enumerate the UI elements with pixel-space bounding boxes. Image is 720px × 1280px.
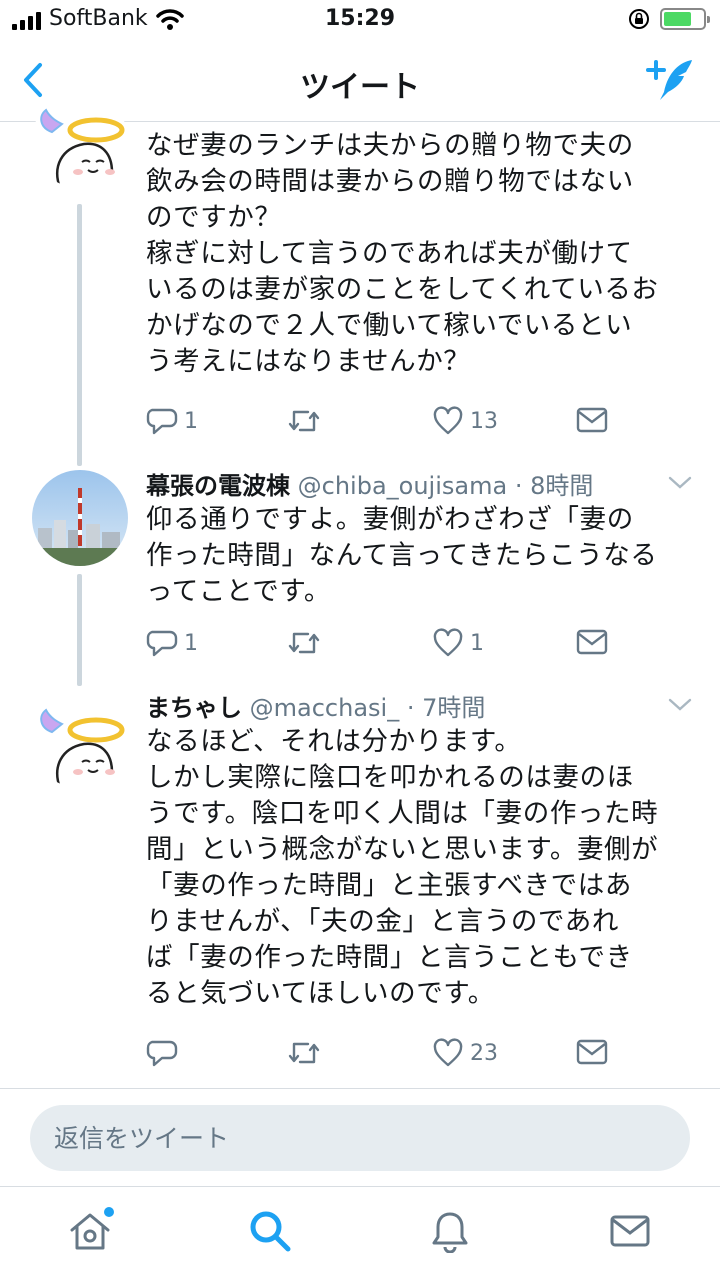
tweet-header: まちゃし @macchasi_ · 7時間 [146, 688, 485, 723]
display-name[interactable]: 幕張の電波棟 [146, 472, 290, 500]
thread-line [77, 574, 82, 686]
rotation-lock-icon [629, 9, 649, 29]
mail-icon [576, 407, 608, 433]
tab-messages[interactable] [604, 1205, 656, 1257]
tab-search[interactable] [244, 1205, 296, 1257]
reply-icon [146, 408, 178, 435]
home-icon [70, 1213, 110, 1250]
retweet-button[interactable] [286, 628, 328, 658]
dm-button[interactable] [576, 406, 608, 434]
mail-icon [576, 629, 608, 655]
tweet-2[interactable]: 幕張の電波棟 @chiba_oujisama · 8時間 仰る通りですよ。妻側が… [0, 466, 720, 686]
tweet-1[interactable]: なぜ妻のランチは夫からの贈り物で夫の 飲み会の時間は妻からの贈り物ではない ので… [0, 92, 720, 466]
tower-photo-icon [32, 470, 128, 566]
reply-composer [0, 1088, 720, 1186]
retweet-icon [288, 1042, 320, 1064]
battery-icon [660, 8, 710, 30]
tweet-header: 幕張の電波棟 @chiba_oujisama · 8時間 [146, 466, 593, 501]
avatar[interactable] [32, 92, 128, 188]
tweet-text: なぜ妻のランチは夫からの贈り物で夫の 飲み会の時間は妻からの贈り物ではない ので… [146, 130, 659, 377]
retweet-icon [288, 410, 320, 432]
heart-icon [433, 1038, 463, 1067]
tweet-actions: 23 [146, 1038, 626, 1074]
retweet-button[interactable] [286, 406, 328, 436]
reply-count: 1 [184, 630, 198, 656]
retweet-button[interactable] [286, 1038, 328, 1068]
tweet-actions: 1 1 [146, 628, 626, 664]
handle-time: @chiba_oujisama · 8時間 [297, 472, 594, 500]
dm-button[interactable] [576, 1038, 608, 1066]
like-count: 1 [470, 630, 484, 656]
reply-button[interactable]: 1 [146, 628, 198, 658]
retweet-icon [288, 632, 320, 654]
reply-button[interactable] [146, 1038, 184, 1068]
handle-time: @macchasi_ · 7時間 [249, 694, 486, 722]
heart-icon [433, 406, 463, 435]
reply-input[interactable] [30, 1105, 690, 1171]
tab-notifications[interactable] [424, 1205, 476, 1257]
tab-home[interactable] [64, 1205, 116, 1257]
page-title: ツイート [300, 70, 420, 105]
like-count: 23 [470, 1040, 498, 1066]
notification-dot [104, 1207, 114, 1217]
avatar[interactable] [32, 692, 128, 788]
thread-line [77, 204, 82, 466]
status-bar: SoftBank 15:29 [0, 0, 720, 40]
tweet-actions: 1 13 [146, 406, 626, 442]
tweet-text: なるほど、それは分かります。 しかし実際に陰口を叩かれるのは妻のほ うです。陰口… [146, 726, 659, 1009]
heart-icon [433, 628, 463, 657]
like-button[interactable]: 1 [432, 628, 484, 658]
bell-icon [432, 1212, 468, 1253]
like-button[interactable]: 23 [432, 1038, 498, 1068]
chevron-down-icon[interactable] [668, 698, 692, 712]
tweet-text: 仰る通りですよ。妻側がわざわざ「妻の 作った時間」なんて言ってきたらこうなる っ… [146, 504, 658, 607]
dm-button[interactable] [576, 628, 608, 656]
display-name[interactable]: まちゃし [146, 694, 242, 722]
angel-avatar-icon [40, 108, 125, 188]
clock: 15:29 [324, 6, 396, 31]
chevron-down-icon[interactable] [668, 476, 692, 490]
like-button[interactable]: 13 [432, 406, 498, 436]
tab-bar [0, 1186, 720, 1280]
reply-icon [146, 630, 178, 657]
angel-avatar-icon [40, 708, 125, 788]
reply-count: 1 [184, 408, 198, 434]
like-count: 13 [470, 408, 498, 434]
search-icon [250, 1211, 291, 1252]
tweet-3[interactable]: まちゃし @macchasi_ · 7時間 なるほど、それは分かります。 しかし… [0, 688, 720, 1086]
reply-button[interactable]: 1 [146, 406, 198, 436]
mail-icon [576, 1039, 608, 1065]
compose-tweet-icon[interactable] [646, 56, 696, 102]
mail-icon [610, 1215, 650, 1247]
status-right [628, 8, 710, 30]
avatar[interactable] [32, 470, 128, 566]
reply-icon [146, 1040, 178, 1067]
